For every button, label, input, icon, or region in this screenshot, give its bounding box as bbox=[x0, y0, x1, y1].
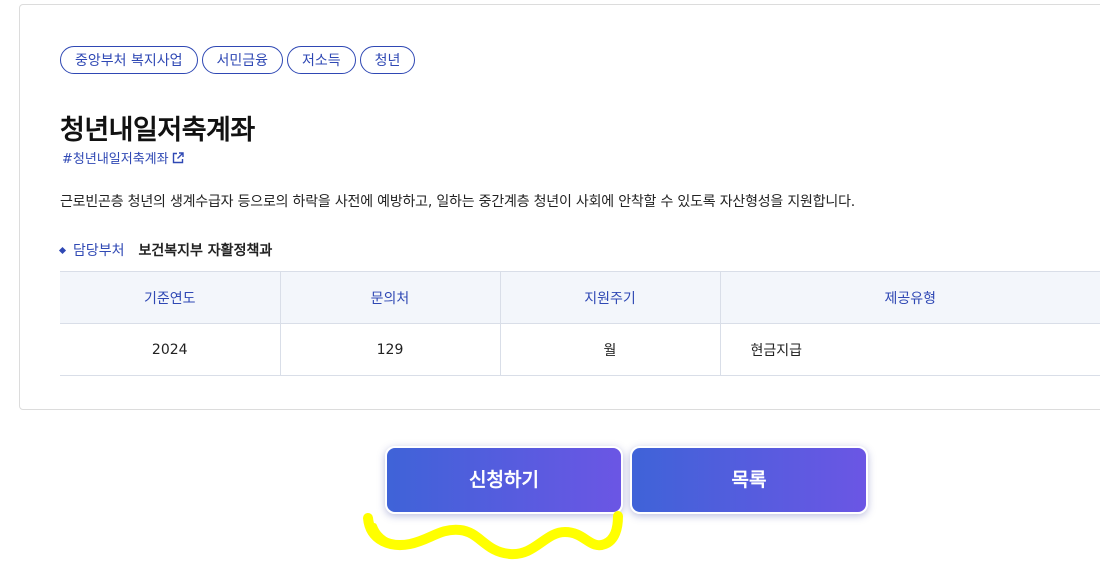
hashtag-link[interactable]: #청년내일저축계좌 bbox=[62, 148, 184, 167]
hashtag-text: #청년내일저축계좌 bbox=[62, 152, 169, 167]
service-description: 근로빈곤층 청년의 생계수급자 등으로의 하락을 사전에 예방하고, 일하는 중… bbox=[60, 194, 856, 210]
highlight-scribble bbox=[363, 511, 623, 560]
tag-public-finance[interactable]: 서민금융 bbox=[201, 46, 284, 74]
service-info-table: 기준연도 문의처 지원주기 제공유형 2024 129 월 현금지급 bbox=[60, 271, 1100, 376]
page-title: 청년내일저축계좌 bbox=[60, 115, 255, 146]
cell-provision-type: 현금지급 bbox=[720, 323, 1100, 376]
header-base-year: 기준연도 bbox=[60, 271, 281, 324]
cell-support-cycle: 월 bbox=[500, 323, 721, 376]
apply-button[interactable]: 신청하기 bbox=[385, 446, 623, 514]
diamond-bullet-icon bbox=[58, 246, 67, 254]
tag-low-income[interactable]: 저소득 bbox=[287, 46, 356, 74]
department-value: 보건복지부 자활정책과 bbox=[138, 243, 273, 259]
header-contact: 문의처 bbox=[280, 271, 501, 324]
tag-youth[interactable]: 청년 bbox=[359, 46, 416, 74]
table-row: 2024 129 월 현금지급 bbox=[60, 323, 1100, 376]
cell-base-year: 2024 bbox=[60, 323, 281, 376]
tag-central-welfare[interactable]: 중앙부처 복지사업 bbox=[60, 46, 198, 74]
department-info: 담당부처 보건복지부 자활정책과 bbox=[58, 240, 273, 260]
external-link-icon bbox=[172, 151, 184, 163]
list-button[interactable]: 목록 bbox=[630, 446, 868, 514]
department-label: 담당부처 bbox=[73, 243, 125, 259]
category-tags: 중앙부처 복지사업 서민금융 저소득 청년 bbox=[60, 46, 416, 74]
table-header-row: 기준연도 문의처 지원주기 제공유형 bbox=[60, 271, 1100, 324]
cell-contact: 129 bbox=[280, 323, 501, 376]
header-support-cycle: 지원주기 bbox=[500, 271, 721, 324]
header-provision-type: 제공유형 bbox=[720, 271, 1100, 324]
